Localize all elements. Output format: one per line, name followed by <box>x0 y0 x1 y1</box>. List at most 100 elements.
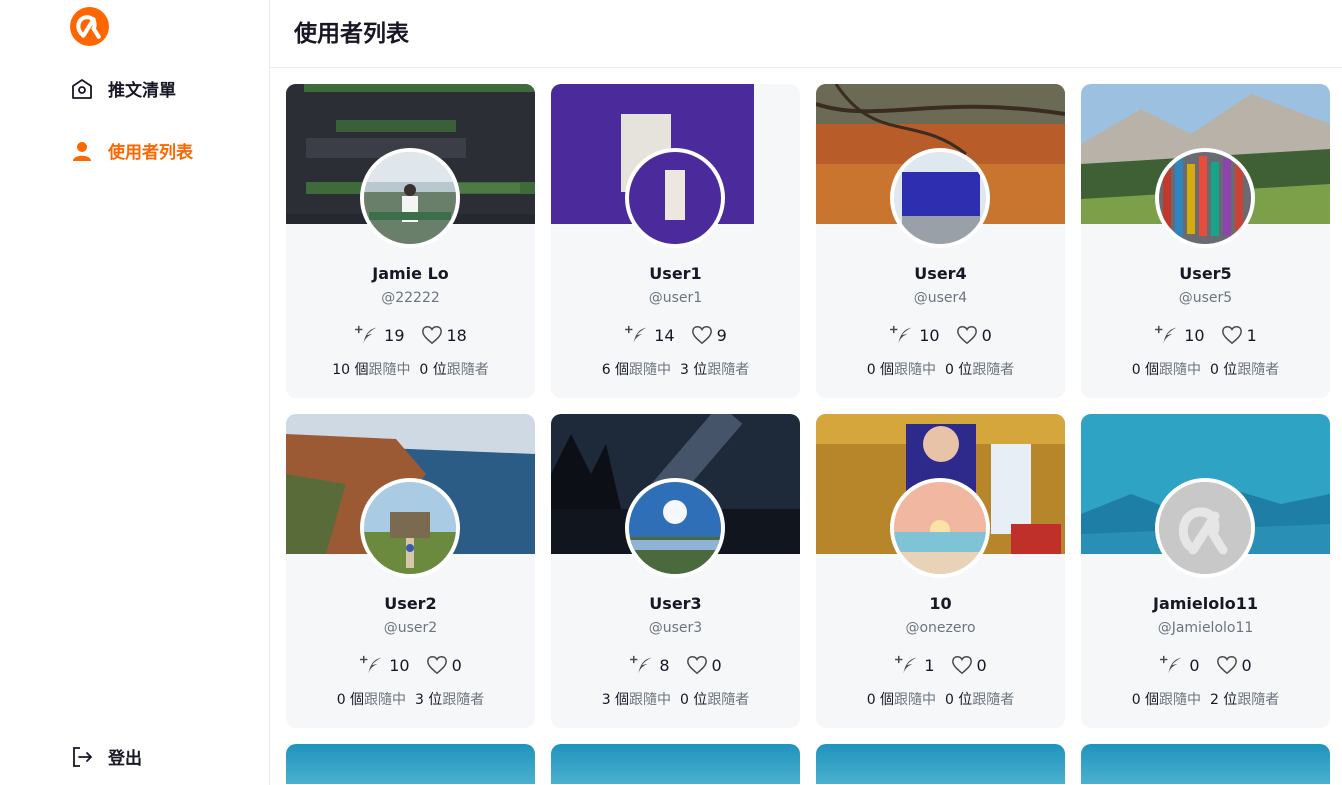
followers-count: 0 位 <box>1209 362 1238 378</box>
avatar[interactable] <box>890 148 990 248</box>
user-handle: @user4 <box>913 290 968 306</box>
user-card[interactable] <box>286 744 535 784</box>
user-card[interactable]: User5 @user5 10 1 0 個跟隨中 0 位跟隨者 <box>1081 84 1330 398</box>
user-name: Jamielolo11 <box>1153 594 1258 613</box>
tweet-count: 10 <box>359 654 410 676</box>
avatar[interactable] <box>625 148 725 248</box>
followers-label[interactable]: 跟隨者 <box>1237 692 1279 708</box>
logout-icon <box>73 746 93 767</box>
brand-logo-icon[interactable] <box>69 6 110 47</box>
user-name: User4 <box>914 264 967 283</box>
following-label[interactable]: 跟隨中 <box>369 362 411 378</box>
avatar[interactable] <box>890 478 990 578</box>
like-count: 0 <box>686 654 722 676</box>
avatar[interactable] <box>625 478 725 578</box>
user-name: User2 <box>384 594 437 613</box>
user-stats: 1 0 <box>816 654 1065 676</box>
user-handle: @user3 <box>648 620 703 636</box>
following-label[interactable]: 跟隨中 <box>364 692 406 708</box>
quill-icon <box>629 654 655 676</box>
sidebar-item-tweets[interactable]: 推文清單 <box>70 76 176 101</box>
user-card[interactable]: User4 @user4 10 0 0 個跟隨中 0 位跟隨者 <box>816 84 1065 398</box>
user-stats: 19 18 <box>286 324 535 346</box>
follow-stats: 0 個跟隨中 2 位跟隨者 <box>1081 689 1330 709</box>
sidebar-item-users[interactable]: 使用者列表 <box>70 138 193 163</box>
user-card[interactable]: Jamie Lo @22222 19 18 10 個跟隨中 0 位跟隨者 <box>286 84 535 398</box>
user-name: User5 <box>1179 264 1232 283</box>
user-handle: @user2 <box>383 620 438 636</box>
tweet-count: 8 <box>629 654 670 676</box>
like-count: 1 <box>1221 324 1257 346</box>
user-name: 10 <box>929 594 952 613</box>
like-count-value: 1 <box>1246 325 1257 345</box>
following-label[interactable]: 跟隨中 <box>1159 362 1201 378</box>
following-count: 0 個 <box>1131 692 1160 708</box>
like-count: 18 <box>421 324 467 346</box>
tweet-count-value: 10 <box>919 325 940 345</box>
followers-label[interactable]: 跟隨者 <box>442 692 484 708</box>
heart-icon <box>686 654 708 676</box>
user-card[interactable]: User2 @user2 10 0 0 個跟隨中 3 位跟隨者 <box>286 414 535 728</box>
following-label[interactable]: 跟隨中 <box>629 692 671 708</box>
user-card[interactable] <box>816 744 1065 784</box>
tweet-count-value: 14 <box>654 325 675 345</box>
followers-label[interactable]: 跟隨者 <box>1237 362 1279 378</box>
followers-label[interactable]: 跟隨者 <box>972 692 1014 708</box>
user-handle: @Jamielolo11 <box>1157 620 1254 636</box>
user-card[interactable]: User3 @user3 8 0 3 個跟隨中 0 位跟隨者 <box>551 414 800 728</box>
user-card[interactable]: Jamielolo11 @Jamielolo11 0 0 0 個跟隨中 2 位跟… <box>1081 414 1330 728</box>
followers-label[interactable]: 跟隨者 <box>707 692 749 708</box>
followers-label[interactable]: 跟隨者 <box>972 362 1014 378</box>
following-label[interactable]: 跟隨中 <box>894 692 936 708</box>
avatar[interactable] <box>360 148 460 248</box>
sidebar-item-label: 推文清單 <box>108 81 176 101</box>
page-title: 使用者列表 <box>294 21 409 47</box>
avatar[interactable] <box>1155 478 1255 578</box>
followers-label[interactable]: 跟隨者 <box>707 362 749 378</box>
user-icon <box>73 141 91 161</box>
following-count: 0 個 <box>336 692 365 708</box>
like-count: 0 <box>1216 654 1252 676</box>
like-count-value: 9 <box>716 325 727 345</box>
home-icon <box>72 78 92 99</box>
user-name: User1 <box>649 264 702 283</box>
tweet-count-value: 0 <box>1189 655 1200 675</box>
following-count: 0 個 <box>866 362 895 378</box>
follow-stats: 0 個跟隨中 0 位跟隨者 <box>816 359 1065 379</box>
avatar[interactable] <box>360 478 460 578</box>
logout-button[interactable]: 登出 <box>70 744 142 769</box>
tweet-count-value: 19 <box>384 325 405 345</box>
user-stats: 10 1 <box>1081 324 1330 346</box>
followers-label[interactable]: 跟隨者 <box>447 362 489 378</box>
like-count-value: 0 <box>711 655 722 675</box>
follow-stats: 3 個跟隨中 0 位跟隨者 <box>551 689 800 709</box>
following-label[interactable]: 跟隨中 <box>629 362 671 378</box>
user-card[interactable] <box>551 744 800 784</box>
quill-icon <box>889 324 915 346</box>
user-card[interactable] <box>1081 744 1330 784</box>
user-stats: 0 0 <box>1081 654 1330 676</box>
user-name: User3 <box>649 594 702 613</box>
user-handle: @user5 <box>1178 290 1233 306</box>
followers-count: 2 位 <box>1209 692 1238 708</box>
like-count: 9 <box>691 324 727 346</box>
user-card[interactable]: User1 @user1 14 9 6 個跟隨中 3 位跟隨者 <box>551 84 800 398</box>
user-handle: @onezero <box>905 620 976 636</box>
tweet-count: 14 <box>624 324 675 346</box>
tweet-count-value: 10 <box>1184 325 1205 345</box>
avatar[interactable] <box>1155 148 1255 248</box>
following-label[interactable]: 跟隨中 <box>894 362 936 378</box>
heart-icon <box>1221 324 1243 346</box>
followers-count: 0 位 <box>679 692 708 708</box>
following-count: 6 個 <box>601 362 630 378</box>
user-card[interactable]: 10 @onezero 1 0 0 個跟隨中 0 位跟隨者 <box>816 414 1065 728</box>
follow-stats: 0 個跟隨中 3 位跟隨者 <box>286 689 535 709</box>
heart-icon <box>956 324 978 346</box>
user-name: Jamie Lo <box>372 264 449 283</box>
like-count: 0 <box>426 654 462 676</box>
like-count-value: 0 <box>451 655 462 675</box>
followers-count: 3 位 <box>414 692 443 708</box>
following-label[interactable]: 跟隨中 <box>1159 692 1201 708</box>
following-count: 0 個 <box>1131 362 1160 378</box>
like-count-value: 0 <box>976 655 987 675</box>
